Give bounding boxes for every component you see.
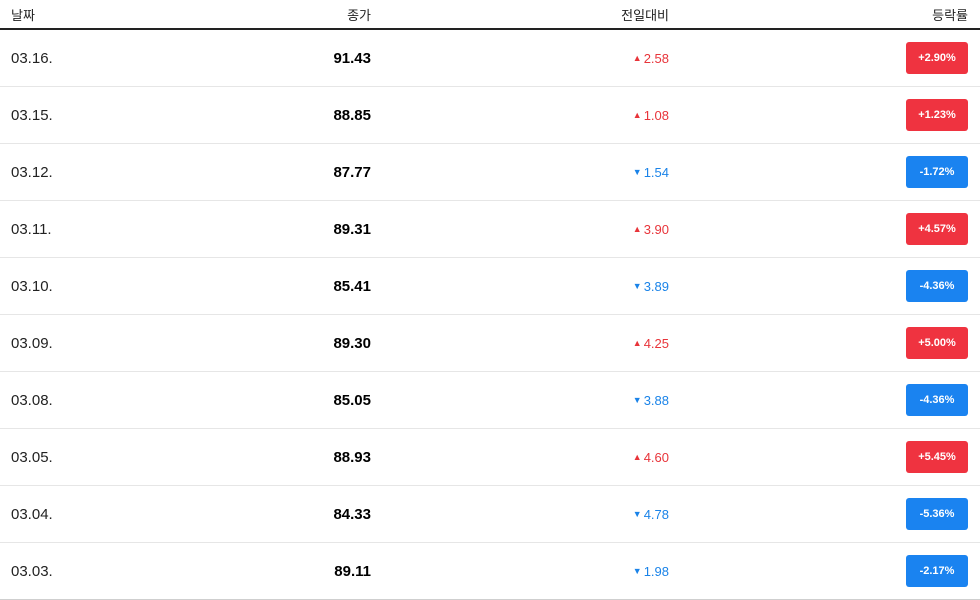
- rate-badge: +2.90%: [906, 42, 968, 74]
- row-date: 03.15.: [11, 106, 53, 124]
- row-change-value: 1.08: [643, 107, 669, 123]
- row-rate: -5.36%: [906, 486, 968, 542]
- table-row: 03.08. 85.05 ▼ 3.88 -4.36%: [0, 372, 980, 429]
- triangle-down-icon: ▼: [632, 167, 642, 177]
- rate-badge: +4.57%: [906, 213, 968, 245]
- row-change-value: 4.78: [643, 506, 669, 522]
- row-change: ▼ 3.88: [633, 372, 669, 428]
- row-change-value: 3.89: [643, 278, 669, 294]
- row-date: 03.04.: [11, 505, 53, 523]
- row-change-value: 3.90: [643, 221, 669, 237]
- header-change[interactable]: 전일대비: [621, 5, 669, 24]
- row-close-price: 85.41: [333, 277, 371, 295]
- row-change-value: 4.25: [643, 335, 669, 351]
- rate-badge: +5.45%: [906, 441, 968, 473]
- header-date[interactable]: 날짜: [11, 5, 35, 24]
- triangle-up-icon: ▲: [632, 338, 642, 348]
- rate-badge: -1.72%: [906, 156, 968, 188]
- row-rate: +2.90%: [906, 30, 968, 86]
- row-close-price: 89.31: [333, 220, 371, 238]
- row-rate: +5.00%: [906, 315, 968, 371]
- table-header: 날짜 종가 전일대비 등락률: [0, 0, 980, 30]
- table-body: 03.16. 91.43 ▲ 2.58 +2.90% 03.15. 88.85 ▲ 1.08 +1…: [0, 30, 980, 600]
- triangle-up-icon: ▲: [632, 110, 642, 120]
- table-row: 03.09. 89.30 ▲ 4.25 +5.00%: [0, 315, 980, 372]
- row-close-price: 91.43: [333, 49, 371, 67]
- table-row: 03.12. 87.77 ▼ 1.54 -1.72%: [0, 144, 980, 201]
- rate-badge: -2.17%: [906, 555, 968, 587]
- table-row: 03.10. 85.41 ▼ 3.89 -4.36%: [0, 258, 980, 315]
- row-rate: -2.17%: [906, 543, 968, 599]
- row-change: ▲ 1.08: [633, 87, 669, 143]
- row-date: 03.11.: [11, 220, 52, 238]
- table-row: 03.03. 89.11 ▼ 1.98 -2.17%: [0, 543, 980, 600]
- row-change-value: 1.98: [643, 563, 669, 579]
- table-row: 03.05. 88.93 ▲ 4.60 +5.45%: [0, 429, 980, 486]
- rate-badge: -4.36%: [906, 384, 968, 416]
- row-close-price: 88.85: [333, 106, 371, 124]
- table-row: 03.04. 84.33 ▼ 4.78 -5.36%: [0, 486, 980, 543]
- row-change: ▼ 3.89: [633, 258, 669, 314]
- row-rate: -4.36%: [906, 372, 968, 428]
- row-date: 03.09.: [11, 334, 53, 352]
- row-rate: +4.57%: [906, 201, 968, 257]
- row-rate: -1.72%: [906, 144, 968, 200]
- row-change: ▼ 4.78: [633, 486, 669, 542]
- row-date: 03.03.: [11, 562, 53, 580]
- row-rate: +1.23%: [906, 87, 968, 143]
- row-rate: -4.36%: [906, 258, 968, 314]
- row-change: ▲ 2.58: [633, 30, 669, 86]
- row-change: ▼ 1.54: [633, 144, 669, 200]
- rate-badge: +1.23%: [906, 99, 968, 131]
- triangle-down-icon: ▼: [632, 509, 642, 519]
- table-row: 03.15. 88.85 ▲ 1.08 +1.23%: [0, 87, 980, 144]
- rate-badge: -4.36%: [906, 270, 968, 302]
- header-rate[interactable]: 등락률: [932, 5, 968, 24]
- header-close[interactable]: 종가: [347, 5, 371, 24]
- row-date: 03.08.: [11, 391, 53, 409]
- row-date: 03.10.: [11, 277, 53, 295]
- row-change: ▲ 4.60: [633, 429, 669, 485]
- row-date: 03.12.: [11, 163, 53, 181]
- row-change: ▲ 4.25: [633, 315, 669, 371]
- row-close-price: 89.30: [333, 334, 371, 352]
- row-close-price: 89.11: [334, 562, 371, 580]
- row-close-price: 88.93: [333, 448, 371, 466]
- row-rate: +5.45%: [906, 429, 968, 485]
- row-date: 03.16.: [11, 49, 53, 67]
- triangle-up-icon: ▲: [632, 53, 642, 63]
- price-history-table: 날짜 종가 전일대비 등락률 03.16. 91.43 ▲ 2.58 +2.90% 03.…: [0, 0, 980, 600]
- row-change-value: 3.88: [643, 392, 669, 408]
- row-change: ▲ 3.90: [633, 201, 669, 257]
- table-row: 03.11. 89.31 ▲ 3.90 +4.57%: [0, 201, 980, 258]
- row-change-value: 1.54: [643, 164, 669, 180]
- rate-badge: -5.36%: [906, 498, 968, 530]
- row-close-price: 87.77: [333, 163, 371, 181]
- rate-badge: +5.00%: [906, 327, 968, 359]
- row-date: 03.05.: [11, 448, 53, 466]
- row-close-price: 84.33: [333, 505, 371, 523]
- table-row: 03.16. 91.43 ▲ 2.58 +2.90%: [0, 30, 980, 87]
- row-change: ▼ 1.98: [633, 543, 669, 599]
- triangle-up-icon: ▲: [632, 224, 642, 234]
- triangle-up-icon: ▲: [632, 452, 642, 462]
- row-change-value: 2.58: [643, 50, 669, 66]
- triangle-down-icon: ▼: [632, 281, 642, 291]
- row-close-price: 85.05: [333, 391, 371, 409]
- row-change-value: 4.60: [643, 449, 669, 465]
- triangle-down-icon: ▼: [632, 566, 642, 576]
- triangle-down-icon: ▼: [632, 395, 642, 405]
